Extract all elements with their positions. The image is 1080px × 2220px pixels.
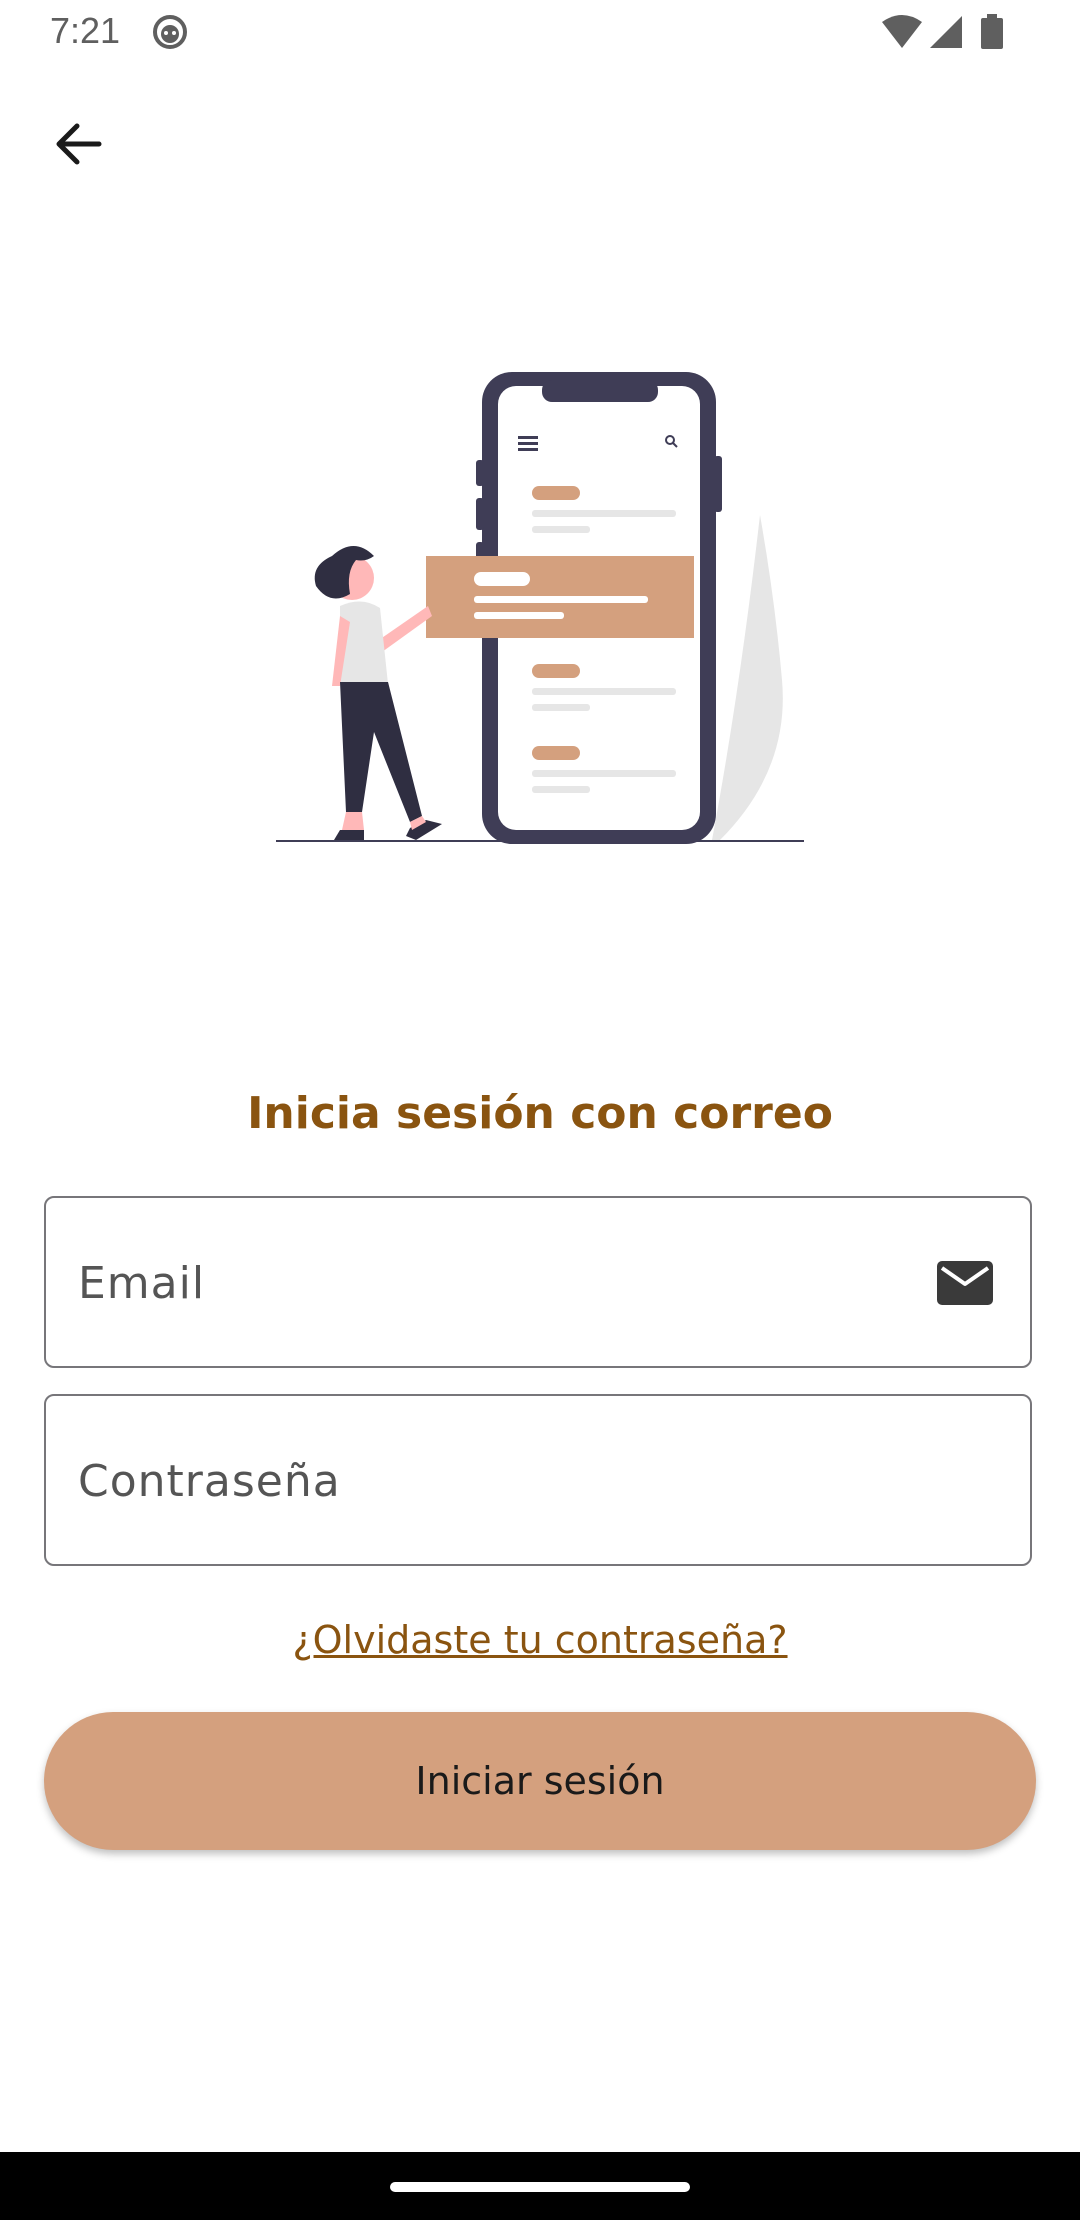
- status-bar: 7:21: [0, 0, 1080, 64]
- login-button-label: Iniciar sesión: [415, 1759, 665, 1803]
- home-handle[interactable]: [390, 2182, 690, 2192]
- email-placeholder: Email: [78, 1258, 206, 1309]
- person-with-phone-illustration: [270, 360, 810, 850]
- mail-icon: [936, 1260, 994, 1310]
- arrow-left-icon: [53, 119, 103, 173]
- face-icon: [152, 14, 188, 54]
- email-field[interactable]: Email: [44, 1196, 1032, 1368]
- battery-icon: [980, 14, 1004, 54]
- navigation-bar: [0, 2152, 1080, 2220]
- login-button[interactable]: Iniciar sesión: [44, 1712, 1036, 1850]
- password-field[interactable]: Contraseña: [44, 1394, 1032, 1566]
- back-button[interactable]: [40, 108, 116, 184]
- status-time: 7:21: [50, 10, 121, 51]
- forgot-password-link[interactable]: ¿Olvidaste tu contraseña?: [0, 1618, 1080, 1662]
- password-placeholder: Contraseña: [78, 1456, 341, 1507]
- wifi-icon: [880, 14, 924, 54]
- signal-icon: [928, 14, 964, 54]
- login-title: Inicia sesión con correo: [247, 1088, 833, 1139]
